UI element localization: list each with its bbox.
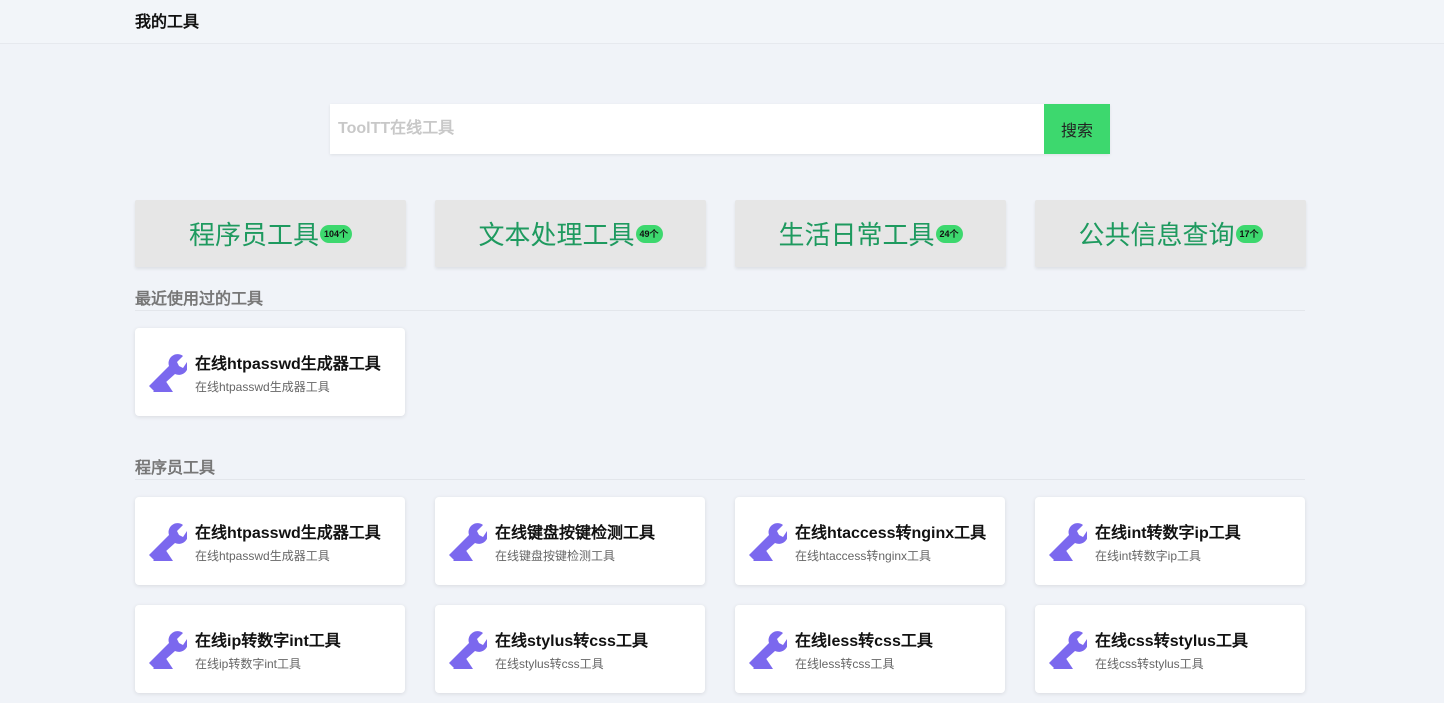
category-label: 生活日常工具	[778, 220, 935, 250]
search-button[interactable]: 搜索	[1044, 104, 1110, 154]
search-input[interactable]	[330, 104, 1044, 154]
top-bar: 我的工具	[0, 0, 1444, 44]
wrench-icon	[1049, 523, 1087, 561]
tool-desc: 在线int转数字ip工具	[1095, 549, 1202, 563]
tool-card[interactable]: 在线键盘按键检测工具 在线键盘按键检测工具	[435, 497, 705, 585]
wrench-icon	[149, 631, 187, 669]
category-label: 程序员工具	[188, 220, 319, 250]
recent-section-title: 最近使用过的工具	[135, 285, 1305, 311]
count-badge: 49个	[635, 224, 663, 243]
wrench-icon	[149, 354, 187, 392]
count-badge: 17个	[1235, 224, 1263, 243]
tool-name: 在线int转数字ip工具	[1095, 525, 1241, 542]
tool-name: 在线htpasswd生成器工具	[195, 525, 381, 542]
tool-desc: 在线css转stylus工具	[1095, 657, 1204, 671]
tool-card[interactable]: 在线ip转数字int工具 在线ip转数字int工具	[135, 605, 405, 693]
tool-card[interactable]: 在线int转数字ip工具 在线int转数字ip工具	[1035, 497, 1305, 585]
tool-desc: 在线htaccess转nginx工具	[795, 549, 932, 563]
wrench-icon	[449, 631, 487, 669]
tool-name: 在线ip转数字int工具	[195, 633, 341, 650]
wrench-icon	[449, 523, 487, 561]
tool-name: 在线less转css工具	[795, 633, 933, 650]
category-programmer[interactable]: 程序员工具 104个	[135, 200, 406, 267]
category-text[interactable]: 文本处理工具 49个	[435, 200, 706, 267]
recent-tool-card[interactable]: 在线htpasswd生成器工具 在线htpasswd生成器工具	[135, 328, 405, 416]
category-label: 文本处理工具	[478, 220, 635, 250]
category-daily[interactable]: 生活日常工具 24个	[735, 200, 1006, 267]
tool-card[interactable]: 在线htpasswd生成器工具 在线htpasswd生成器工具	[135, 497, 405, 585]
programmer-section-title: 程序员工具	[135, 454, 1305, 480]
tool-card[interactable]: 在线stylus转css工具 在线stylus转css工具	[435, 605, 705, 693]
tool-desc: 在线键盘按键检测工具	[495, 549, 616, 563]
category-public-info[interactable]: 公共信息查询 17个	[1035, 200, 1306, 267]
wrench-icon	[749, 523, 787, 561]
tool-name: 在线css转stylus工具	[1095, 633, 1248, 650]
count-badge: 104个	[319, 224, 353, 243]
tool-card[interactable]: 在线htaccess转nginx工具 在线htaccess转nginx工具	[735, 497, 1005, 585]
tool-desc: 在线stylus转css工具	[495, 657, 604, 671]
tool-desc: 在线htpasswd生成器工具	[195, 549, 330, 563]
search-bar: 搜索	[330, 104, 1110, 154]
tool-name: 在线stylus转css工具	[495, 633, 648, 650]
category-row: 程序员工具 104个 文本处理工具 49个 生活日常工具 24个 公共信息查询 …	[135, 200, 1306, 267]
tool-name: 在线htpasswd生成器工具	[195, 356, 381, 373]
page-title: 我的工具	[135, 14, 200, 31]
tool-desc: 在线ip转数字int工具	[195, 657, 302, 671]
tool-name: 在线htaccess转nginx工具	[795, 525, 987, 542]
count-badge: 24个	[935, 224, 963, 243]
wrench-icon	[1049, 631, 1087, 669]
tool-card[interactable]: 在线css转stylus工具 在线css转stylus工具	[1035, 605, 1305, 693]
wrench-icon	[749, 631, 787, 669]
tool-desc: 在线htpasswd生成器工具	[195, 380, 330, 394]
tool-name: 在线键盘按键检测工具	[495, 525, 656, 542]
tool-card[interactable]: 在线less转css工具 在线less转css工具	[735, 605, 1005, 693]
category-label: 公共信息查询	[1078, 220, 1235, 250]
tool-desc: 在线less转css工具	[795, 657, 895, 671]
wrench-icon	[149, 523, 187, 561]
